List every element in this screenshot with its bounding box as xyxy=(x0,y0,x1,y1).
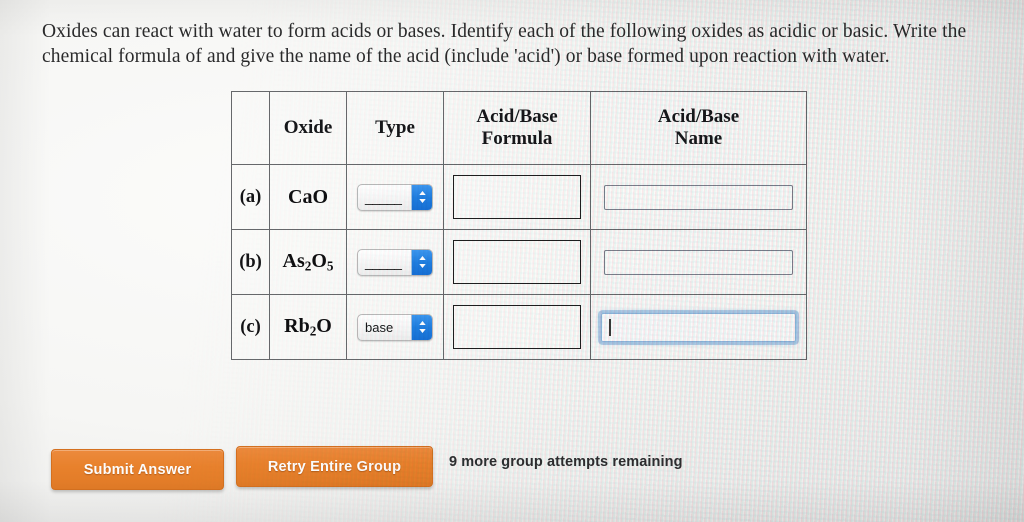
header-acid-base-name: Acid/Base Name xyxy=(590,91,807,165)
oxide-formula: CaO xyxy=(288,185,328,208)
acid-base-name-input[interactable] xyxy=(601,312,796,342)
type-cell: base xyxy=(346,294,444,360)
chevron-up-down-icon[interactable] xyxy=(411,249,432,275)
acid-base-formula-input[interactable] xyxy=(453,175,581,219)
oxide-formula: As2O5 xyxy=(282,249,334,274)
submit-answer-button[interactable]: Submit Answer xyxy=(51,449,224,490)
acid-base-formula-input[interactable] xyxy=(453,305,581,349)
acid-base-formula-cell xyxy=(443,229,591,295)
acid-base-name-cell xyxy=(590,294,807,360)
type-select-value: base xyxy=(365,319,394,335)
prompt-line-1: Oxides can react with water to form acid… xyxy=(42,21,938,42)
chevron-up-down-icon[interactable] xyxy=(411,184,432,210)
retry-entire-group-label: Retry Entire Group xyxy=(267,458,402,475)
table-row: (c) Rb2O base xyxy=(231,294,807,360)
header-oxide: Oxide xyxy=(269,91,347,165)
type-select[interactable]: base xyxy=(357,313,433,341)
header-name-line-2: Name xyxy=(674,128,723,149)
header-corner-cell xyxy=(231,91,270,165)
oxide-cell: As2O5 xyxy=(269,229,347,295)
table-body: (a) CaO _____ (b) As2O5 _____ (c) Rb2O base xyxy=(231,164,807,360)
table-header-row: Oxide Type Acid/Base Formula Acid/Base N… xyxy=(231,91,807,165)
header-name-line-1: Acid/Base xyxy=(657,106,740,127)
retry-entire-group-button[interactable]: Retry Entire Group xyxy=(236,446,433,487)
acid-base-formula-cell xyxy=(443,164,591,230)
type-select[interactable]: _____ xyxy=(357,248,433,276)
acid-base-formula-input[interactable] xyxy=(453,240,581,284)
photographed-screen-page: Oxides can react with water to form acid… xyxy=(0,0,1024,522)
oxide-cell: Rb2O xyxy=(269,294,347,360)
attempts-remaining-text: 9 more group attempts remaining xyxy=(449,454,683,470)
header-formula-line-1: Acid/Base xyxy=(476,106,558,127)
row-label-text: (b) xyxy=(239,251,262,272)
oxide-formula: Rb2O xyxy=(284,314,332,339)
header-acid-base-formula: Acid/Base Formula xyxy=(443,91,591,165)
row-label-a: (a) xyxy=(231,164,270,230)
question-prompt: Oxides can react with water to form acid… xyxy=(42,19,977,69)
submit-answer-label: Submit Answer xyxy=(83,461,192,478)
row-label-text: (a) xyxy=(239,186,262,207)
row-label-text: (c) xyxy=(240,316,261,337)
acid-base-name-cell xyxy=(590,164,807,230)
header-formula-line-2: Formula xyxy=(481,128,553,149)
acid-base-name-cell xyxy=(590,229,807,295)
type-select-value: _____ xyxy=(365,188,402,205)
header-type: Type xyxy=(346,91,444,165)
type-select-value: _____ xyxy=(365,253,402,270)
row-label-c: (c) xyxy=(231,294,270,360)
chevron-up-down-icon[interactable] xyxy=(411,314,432,340)
type-cell: _____ xyxy=(346,229,444,295)
table-header: Oxide Type Acid/Base Formula Acid/Base N… xyxy=(231,91,807,165)
acid-base-name-input[interactable] xyxy=(604,184,793,210)
row-label-b: (b) xyxy=(231,229,270,295)
oxide-cell: CaO xyxy=(269,164,347,230)
type-select[interactable]: _____ xyxy=(357,183,433,211)
type-cell: _____ xyxy=(346,164,444,230)
table-row: (b) As2O5 _____ xyxy=(231,229,807,295)
oxides-answer-table: Oxide Type Acid/Base Formula Acid/Base N… xyxy=(231,91,807,360)
table-row: (a) CaO _____ xyxy=(231,164,807,230)
acid-base-formula-cell xyxy=(443,294,591,360)
text-caret xyxy=(609,318,611,336)
acid-base-name-input[interactable] xyxy=(604,249,793,275)
